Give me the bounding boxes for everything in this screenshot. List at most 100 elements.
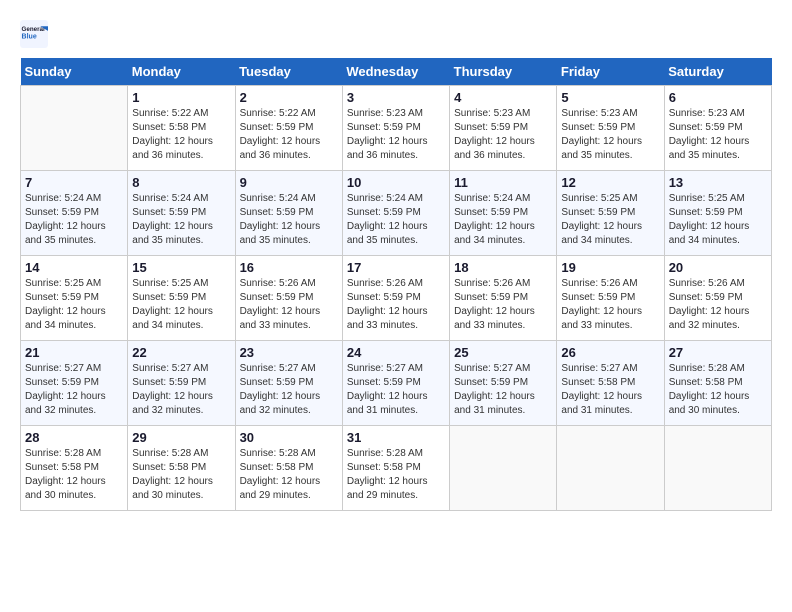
- calendar-cell: 26 Sunrise: 5:27 AM Sunset: 5:58 PM Dayli…: [557, 341, 664, 426]
- day-info: Sunrise: 5:24 AM Sunset: 5:59 PM Dayligh…: [454, 192, 552, 248]
- weekday-header-saturday: Saturday: [664, 58, 771, 86]
- day-info: Sunrise: 5:26 AM Sunset: 5:59 PM Dayligh…: [454, 277, 552, 333]
- day-info: Sunrise: 5:24 AM Sunset: 5:59 PM Dayligh…: [132, 192, 230, 248]
- calendar-cell: 28Sunrise: 5:28 AM Sunset: 5:58 PM Dayli…: [21, 426, 128, 511]
- logo: General Blue: [20, 20, 52, 48]
- day-info: Sunrise: 5:25 AM Sunset: 5:59 PM Dayligh…: [561, 192, 659, 248]
- day-number: 25: [454, 345, 552, 360]
- calendar-cell: 23Sunrise: 5:27 AM Sunset: 5:59 PM Dayli…: [235, 341, 342, 426]
- calendar-week-row: 28 Sunrise: 5:28 AM Sunset: 5:58 PM Dayli…: [21, 426, 772, 511]
- day-info: Sunrise: 5:26 AM Sunset: 5:59 PM Dayligh…: [669, 277, 767, 333]
- calendar-cell: 14 Sunrise: 5:25 AM Sunset: 5:59 PM Dayli…: [21, 256, 128, 341]
- day-number: 17: [347, 260, 445, 275]
- day-info: Sunrise: 5:25 AM Sunset: 5:59 PM Dayligh…: [669, 192, 767, 248]
- day-number: 11: [454, 175, 552, 190]
- day-number: 23: [240, 345, 338, 360]
- calendar-cell: [664, 426, 771, 511]
- day-info: Sunrise: 5:24 AM Sunset: 5:59 PM Dayligh…: [25, 192, 123, 248]
- calendar-cell: 3 Sunrise: 5:23 AM Sunset: 5:59 PM Daylig…: [342, 86, 449, 171]
- svg-text:Blue: Blue: [22, 34, 37, 41]
- day-number: 7: [25, 175, 123, 190]
- day-info: Sunrise: 5:27 AM Sunset: 5:59 PM Dayligh…: [454, 362, 552, 418]
- day-number: 8: [132, 175, 230, 190]
- calendar-cell: 11 Sunrise: 5:24 AM Sunset: 5:59 PM Dayli…: [450, 171, 557, 256]
- day-info: Sunrise: 5:28 AM Sunset: 5:58 PM Dayligh…: [347, 447, 445, 503]
- calendar-cell: 22 Sunrise: 5:27 AM Sunset: 5:59 PM Dayli…: [128, 341, 235, 426]
- day-info: Sunrise: 5:26 AM Sunset: 5:59 PM Dayligh…: [561, 277, 659, 333]
- calendar-week-row: 1 Sunrise: 5:22 AM Sunset: 5:58 PM Daylig…: [21, 86, 772, 171]
- calendar-cell: [21, 86, 128, 171]
- day-number: 30: [240, 430, 338, 445]
- calendar-table: SundayMondayTuesdayWednesdayThursdayFrid…: [20, 58, 772, 511]
- day-number: 4: [454, 90, 552, 105]
- calendar-cell: 18 Sunrise: 5:26 AM Sunset: 5:59 PM Dayli…: [450, 256, 557, 341]
- day-number: 22: [132, 345, 230, 360]
- day-info: Sunrise: 5:23 AM Sunset: 5:59 PM Dayligh…: [454, 107, 552, 163]
- calendar-cell: 30 Sunrise: 5:28 AM Sunset: 5:58 PM Dayli…: [235, 426, 342, 511]
- weekday-header-tuesday: Tuesday: [235, 58, 342, 86]
- calendar-cell: 5 Sunrise: 5:23 AM Sunset: 5:59 PM Daylig…: [557, 86, 664, 171]
- day-info: Sunrise: 5:22 AM Sunset: 5:58 PM Dayligh…: [132, 107, 230, 163]
- calendar-header-row: SundayMondayTuesdayWednesdayThursdayFrid…: [21, 58, 772, 86]
- day-info: Sunrise: 5:27 AM Sunset: 5:59 PM Dayligh…: [132, 362, 230, 418]
- day-number: 3: [347, 90, 445, 105]
- day-number: 24: [347, 345, 445, 360]
- day-number: 5: [561, 90, 659, 105]
- calendar-cell: 17 Sunrise: 5:26 AM Sunset: 5:59 PM Dayli…: [342, 256, 449, 341]
- day-info: Sunrise: 5:28 AM Sunset: 5:58 PM Dayligh…: [132, 447, 230, 503]
- calendar-week-row: 14 Sunrise: 5:25 AM Sunset: 5:59 PM Dayli…: [21, 256, 772, 341]
- weekday-header-monday: Monday: [128, 58, 235, 86]
- calendar-cell: 27 Sunrise: 5:28 AM Sunset: 5:58 PM Dayli…: [664, 341, 771, 426]
- day-number: 15: [132, 260, 230, 275]
- header: General Blue: [20, 20, 772, 48]
- calendar-cell: 6Sunrise: 5:23 AM Sunset: 5:59 PM Daylig…: [664, 86, 771, 171]
- calendar-week-row: 7 Sunrise: 5:24 AM Sunset: 5:59 PM Daylig…: [21, 171, 772, 256]
- weekday-header-wednesday: Wednesday: [342, 58, 449, 86]
- calendar-week-row: 21 Sunrise: 5:27 AM Sunset: 5:59 PM Dayli…: [21, 341, 772, 426]
- day-number: 18: [454, 260, 552, 275]
- day-number: 9: [240, 175, 338, 190]
- day-number: 31: [347, 430, 445, 445]
- calendar-cell: 13Sunrise: 5:25 AM Sunset: 5:59 PM Dayli…: [664, 171, 771, 256]
- day-info: Sunrise: 5:27 AM Sunset: 5:59 PM Dayligh…: [25, 362, 123, 418]
- weekday-header-friday: Friday: [557, 58, 664, 86]
- calendar-cell: [450, 426, 557, 511]
- day-info: Sunrise: 5:25 AM Sunset: 5:59 PM Dayligh…: [25, 277, 123, 333]
- calendar-cell: 21 Sunrise: 5:27 AM Sunset: 5:59 PM Dayli…: [21, 341, 128, 426]
- day-number: 26: [561, 345, 659, 360]
- day-number: 6: [669, 90, 767, 105]
- day-number: 10: [347, 175, 445, 190]
- day-info: Sunrise: 5:24 AM Sunset: 5:59 PM Dayligh…: [347, 192, 445, 248]
- calendar-cell: 1 Sunrise: 5:22 AM Sunset: 5:58 PM Daylig…: [128, 86, 235, 171]
- calendar-cell: 8 Sunrise: 5:24 AM Sunset: 5:59 PM Daylig…: [128, 171, 235, 256]
- day-info: Sunrise: 5:26 AM Sunset: 5:59 PM Dayligh…: [347, 277, 445, 333]
- day-number: 12: [561, 175, 659, 190]
- day-number: 21: [25, 345, 123, 360]
- day-number: 28: [25, 430, 123, 445]
- day-info: Sunrise: 5:23 AM Sunset: 5:59 PM Dayligh…: [347, 107, 445, 163]
- calendar-cell: 25 Sunrise: 5:27 AM Sunset: 5:59 PM Dayli…: [450, 341, 557, 426]
- day-info: Sunrise: 5:28 AM Sunset: 5:58 PM Dayligh…: [669, 362, 767, 418]
- calendar-cell: 19 Sunrise: 5:26 AM Sunset: 5:59 PM Dayli…: [557, 256, 664, 341]
- calendar-cell: 20 Sunrise: 5:26 AM Sunset: 5:59 PM Dayli…: [664, 256, 771, 341]
- calendar-cell: 29Sunrise: 5:28 AM Sunset: 5:58 PM Dayli…: [128, 426, 235, 511]
- weekday-header-thursday: Thursday: [450, 58, 557, 86]
- day-number: 1: [132, 90, 230, 105]
- day-info: Sunrise: 5:23 AM Sunset: 5:59 PM Dayligh…: [561, 107, 659, 163]
- day-info: Sunrise: 5:24 AM Sunset: 5:59 PM Dayligh…: [240, 192, 338, 248]
- day-info: Sunrise: 5:22 AM Sunset: 5:59 PM Dayligh…: [240, 107, 338, 163]
- day-info: Sunrise: 5:25 AM Sunset: 5:59 PM Dayligh…: [132, 277, 230, 333]
- day-info: Sunrise: 5:26 AM Sunset: 5:59 PM Dayligh…: [240, 277, 338, 333]
- calendar-cell: 15 Sunrise: 5:25 AM Sunset: 5:59 PM Dayli…: [128, 256, 235, 341]
- day-info: Sunrise: 5:28 AM Sunset: 5:58 PM Dayligh…: [240, 447, 338, 503]
- calendar-cell: 10 Sunrise: 5:24 AM Sunset: 5:59 PM Dayli…: [342, 171, 449, 256]
- day-number: 20: [669, 260, 767, 275]
- calendar-cell: 2Sunrise: 5:22 AM Sunset: 5:59 PM Daylig…: [235, 86, 342, 171]
- day-number: 27: [669, 345, 767, 360]
- day-number: 19: [561, 260, 659, 275]
- calendar-cell: 7 Sunrise: 5:24 AM Sunset: 5:59 PM Daylig…: [21, 171, 128, 256]
- weekday-header-sunday: Sunday: [21, 58, 128, 86]
- day-number: 14: [25, 260, 123, 275]
- day-number: 16: [240, 260, 338, 275]
- day-info: Sunrise: 5:27 AM Sunset: 5:58 PM Dayligh…: [561, 362, 659, 418]
